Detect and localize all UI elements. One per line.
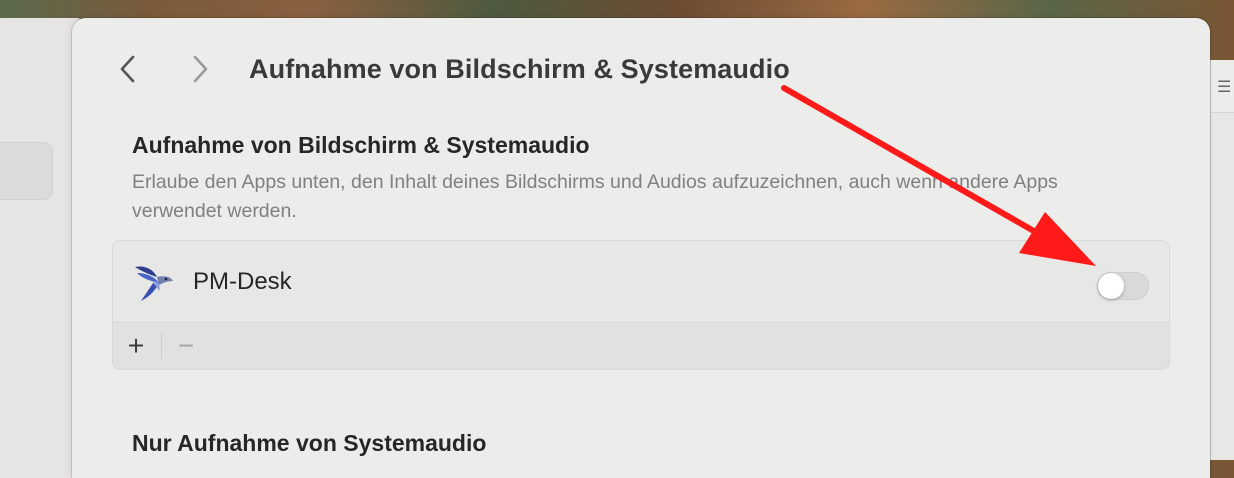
remove-app-button[interactable]: − bbox=[173, 329, 199, 363]
footer-divider bbox=[161, 333, 162, 359]
section-description: Erlaube den Apps unten, den Inhalt deine… bbox=[132, 171, 1058, 222]
section-title: Aufnahme von Bildschirm & Systemaudio bbox=[132, 132, 590, 158]
app-list: PM-Desk + − bbox=[112, 240, 1170, 370]
window-title: Aufnahme von Bildschirm & Systemaudio bbox=[249, 54, 790, 84]
app-access-toggle[interactable] bbox=[1097, 272, 1149, 300]
app-name: PM-Desk bbox=[193, 268, 292, 295]
chevron-left-icon bbox=[120, 55, 135, 83]
chevron-right-icon bbox=[193, 55, 208, 83]
settings-window: Aufnahme von Bildschirm & Systemaudio Au… bbox=[72, 18, 1210, 478]
background-right-window: ☰ bbox=[1210, 60, 1234, 460]
sidebar-selected-item[interactable] bbox=[0, 142, 53, 200]
list-footer: + − bbox=[113, 323, 1169, 369]
bird-icon bbox=[135, 266, 173, 301]
section2-title: Nur Aufnahme von Systemaudio bbox=[132, 430, 487, 456]
add-app-button[interactable]: + bbox=[123, 329, 149, 363]
back-button[interactable] bbox=[114, 52, 142, 86]
list-icon[interactable]: ☰ bbox=[1217, 77, 1231, 97]
app-row-pm-desk: PM-Desk bbox=[113, 241, 1169, 323]
forward-button[interactable] bbox=[186, 52, 214, 86]
right-window-toolbar: ☰ bbox=[1211, 60, 1234, 113]
toggle-knob bbox=[1098, 273, 1124, 299]
